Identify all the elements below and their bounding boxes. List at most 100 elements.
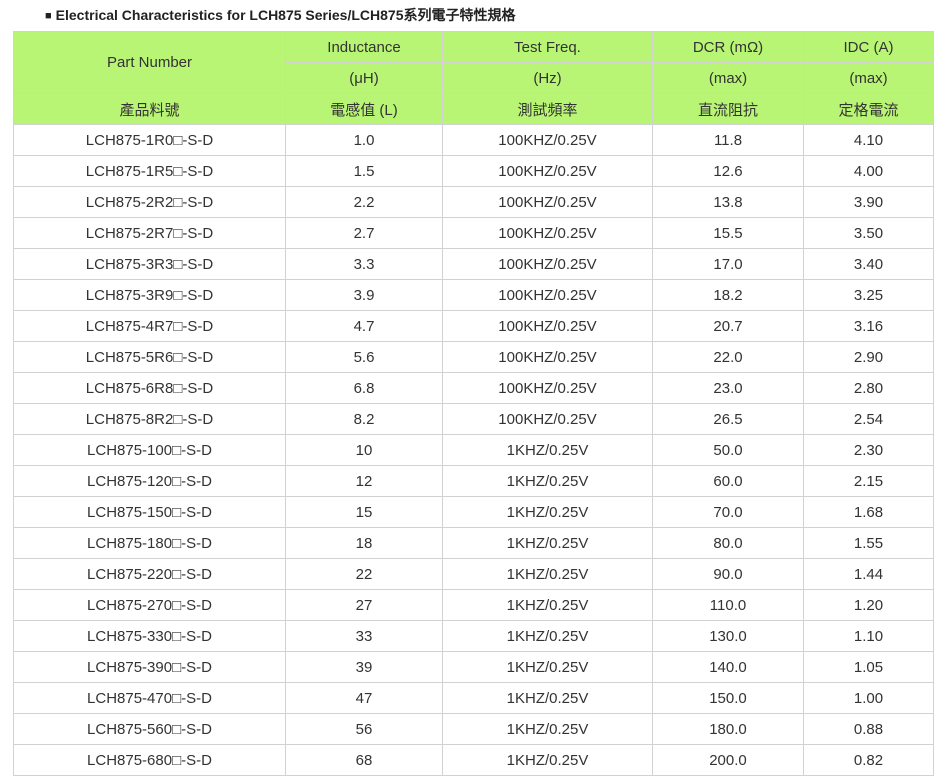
cell-idc: 1.20 [803,589,934,621]
cell-test-freq: 100KHZ/0.25V [442,155,653,187]
cell-idc: 1.68 [803,496,934,528]
header-idc-unit: (max) [803,62,934,94]
cell-test-freq: 1KHZ/0.25V [442,434,653,466]
cell-test-freq: 100KHZ/0.25V [442,124,653,156]
cell-part-number: LCH875-270□-S-D [13,589,286,621]
cell-idc: 3.90 [803,186,934,218]
cell-inductance: 18 [285,527,443,559]
cell-dcr: 15.5 [652,217,804,249]
cell-idc: 4.10 [803,124,934,156]
cell-inductance: 39 [285,651,443,683]
table-row: LCH875-220□-S-D 22 1KHZ/0.25V 90.0 1.44 [13,558,934,590]
cell-dcr: 12.6 [652,155,804,187]
table-row: LCH875-8R2□-S-D 8.2 100KHZ/0.25V 26.5 2.54 [13,403,934,435]
section-heading: ■ Electrical Characteristics for LCH875 S… [45,5,516,25]
cell-idc: 3.25 [803,279,934,311]
table-row: LCH875-2R7□-S-D 2.7 100KHZ/0.25V 15.5 3.50 [13,217,934,249]
cell-dcr: 200.0 [652,744,804,776]
table-row: LCH875-180□-S-D 18 1KHZ/0.25V 80.0 1.55 [13,527,934,559]
cell-inductance: 33 [285,620,443,652]
cell-dcr: 180.0 [652,713,804,745]
cell-inductance: 68 [285,744,443,776]
cell-part-number: LCH875-680□-S-D [13,744,286,776]
cell-inductance: 56 [285,713,443,745]
cell-part-number: LCH875-5R6□-S-D [13,341,286,373]
cell-idc: 2.54 [803,403,934,435]
cell-inductance: 3.9 [285,279,443,311]
cell-idc: 0.82 [803,744,934,776]
square-bullet-icon: ■ [45,10,52,22]
cell-inductance: 1.0 [285,124,443,156]
cell-inductance: 2.2 [285,186,443,218]
cell-test-freq: 1KHZ/0.25V [442,527,653,559]
table-row: LCH875-5R6□-S-D 5.6 100KHZ/0.25V 22.0 2.90 [13,341,934,373]
cell-part-number: LCH875-100□-S-D [13,434,286,466]
cell-test-freq: 1KHZ/0.25V [442,496,653,528]
header-test-freq-unit: (Hz) [442,62,653,94]
cell-test-freq: 100KHZ/0.25V [442,372,653,404]
cell-test-freq: 100KHZ/0.25V [442,186,653,218]
cell-inductance: 5.6 [285,341,443,373]
cell-idc: 1.00 [803,682,934,714]
cell-test-freq: 100KHZ/0.25V [442,279,653,311]
cell-inductance: 8.2 [285,403,443,435]
cell-inductance: 2.7 [285,217,443,249]
cell-test-freq: 1KHZ/0.25V [442,713,653,745]
cell-test-freq: 1KHZ/0.25V [442,682,653,714]
header-inductance: Inductance [285,31,443,63]
table-row: LCH875-270□-S-D 27 1KHZ/0.25V 110.0 1.20 [13,589,934,621]
cell-part-number: LCH875-470□-S-D [13,682,286,714]
cell-inductance: 27 [285,589,443,621]
table-row: LCH875-680□-S-D 68 1KHZ/0.25V 200.0 0.82 [13,744,934,776]
cell-test-freq: 1KHZ/0.25V [442,651,653,683]
header-dcr: DCR (mΩ) [652,31,804,63]
header-idc: IDC (A) [803,31,934,63]
header-inductance-zh: 電感值 (L) [285,93,443,125]
section-title: Electrical Characteristics for LCH875 Se… [55,7,516,23]
cell-idc: 2.90 [803,341,934,373]
cell-dcr: 22.0 [652,341,804,373]
cell-idc: 1.10 [803,620,934,652]
table-row: LCH875-3R9□-S-D 3.9 100KHZ/0.25V 18.2 3.25 [13,279,934,311]
cell-inductance: 1.5 [285,155,443,187]
cell-test-freq: 1KHZ/0.25V [442,589,653,621]
cell-part-number: LCH875-150□-S-D [13,496,286,528]
table-row: LCH875-100□-S-D 10 1KHZ/0.25V 50.0 2.30 [13,434,934,466]
cell-part-number: LCH875-390□-S-D [13,651,286,683]
table-row: LCH875-1R5□-S-D 1.5 100KHZ/0.25V 12.6 4.00 [13,155,934,187]
cell-inductance: 6.8 [285,372,443,404]
cell-inductance: 3.3 [285,248,443,280]
table-row: LCH875-4R7□-S-D 4.7 100KHZ/0.25V 20.7 3.16 [13,310,934,342]
header-dcr-unit: (max) [652,62,804,94]
cell-test-freq: 1KHZ/0.25V [442,744,653,776]
table-header-row: Part Number Inductance Test Freq. DCR (m… [13,31,934,94]
cell-dcr: 26.5 [652,403,804,435]
cell-test-freq: 1KHZ/0.25V [442,558,653,590]
cell-part-number: LCH875-2R7□-S-D [13,217,286,249]
cell-test-freq: 100KHZ/0.25V [442,403,653,435]
cell-test-freq: 100KHZ/0.25V [442,341,653,373]
cell-dcr: 20.7 [652,310,804,342]
cell-test-freq: 100KHZ/0.25V [442,310,653,342]
cell-test-freq: 100KHZ/0.25V [442,217,653,249]
header-idc-zh: 定格電流 [803,93,934,125]
cell-dcr: 150.0 [652,682,804,714]
table-row: LCH875-3R3□-S-D 3.3 100KHZ/0.25V 17.0 3.40 [13,248,934,280]
cell-dcr: 18.2 [652,279,804,311]
cell-dcr: 23.0 [652,372,804,404]
cell-idc: 3.16 [803,310,934,342]
cell-part-number: LCH875-4R7□-S-D [13,310,286,342]
cell-part-number: LCH875-560□-S-D [13,713,286,745]
table-row: LCH875-150□-S-D 15 1KHZ/0.25V 70.0 1.68 [13,496,934,528]
cell-idc: 1.44 [803,558,934,590]
cell-inductance: 10 [285,434,443,466]
cell-test-freq: 1KHZ/0.25V [442,620,653,652]
table-row: LCH875-470□-S-D 47 1KHZ/0.25V 150.0 1.00 [13,682,934,714]
cell-dcr: 110.0 [652,589,804,621]
cell-dcr: 90.0 [652,558,804,590]
cell-dcr: 17.0 [652,248,804,280]
cell-part-number: LCH875-1R0□-S-D [13,124,286,156]
cell-part-number: LCH875-1R5□-S-D [13,155,286,187]
header-test-freq: Test Freq. [442,31,653,63]
table-row: LCH875-390□-S-D 39 1KHZ/0.25V 140.0 1.05 [13,651,934,683]
